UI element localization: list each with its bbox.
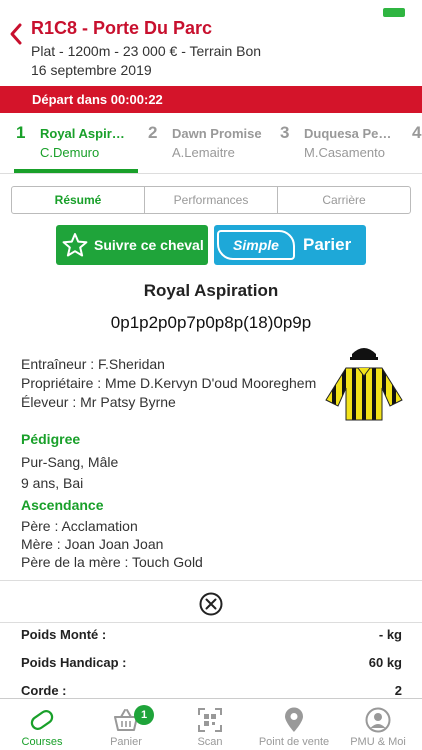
trainer: Entraîneur : F.Sheridan bbox=[21, 356, 165, 372]
section-divider bbox=[0, 622, 422, 623]
race-date: 16 septembre 2019 bbox=[31, 62, 152, 78]
countdown-banner: Départ dans 00:00:22 bbox=[0, 86, 422, 113]
tab-label: Scan bbox=[197, 736, 223, 748]
tab-pmu-moi[interactable]: PMU & Moi bbox=[336, 699, 420, 750]
owner: Propriétaire : Mme D.Kervyn D'oud Mooreg… bbox=[21, 375, 317, 391]
runner-number: 4 bbox=[412, 123, 422, 142]
racetrack-icon bbox=[30, 710, 54, 730]
runner-number: 2 bbox=[148, 123, 158, 142]
runner-number: 1 bbox=[16, 123, 26, 142]
bet-label: Parier bbox=[303, 235, 352, 254]
runner-selector: 1 Royal Aspir… C.Demuro 2 Dawn Promise A… bbox=[0, 113, 422, 174]
pedigree-title: Pédigree bbox=[21, 431, 81, 447]
runner-number: 3 bbox=[280, 123, 290, 142]
segment-performances[interactable]: Performances bbox=[145, 187, 278, 213]
runner-jockey: C.Demuro bbox=[40, 145, 100, 160]
stat-corde: Corde : 2 bbox=[21, 683, 402, 698]
runner-tab-3[interactable]: 3 Duquesa Pe… M.Casamento bbox=[274, 113, 406, 173]
qr-scan-icon bbox=[198, 708, 222, 732]
tab-label: PMU & Moi bbox=[350, 736, 406, 748]
tab-scan[interactable]: Scan bbox=[168, 699, 252, 750]
stat-value: - kg bbox=[378, 627, 402, 642]
segment-carriere[interactable]: Carrière bbox=[278, 187, 410, 213]
tab-point-de-vente[interactable]: Point de vente bbox=[252, 699, 336, 750]
race-title: R1C8 - Porte Du Parc bbox=[31, 18, 213, 38]
close-circle-icon[interactable] bbox=[199, 592, 223, 616]
runner-name: Duquesa Pe… bbox=[304, 126, 392, 141]
horse-musique: 0p1p2p0p7p0p8p(18)0p9p bbox=[110, 313, 312, 332]
back-chevron-icon[interactable] bbox=[8, 22, 24, 46]
tab-courses[interactable]: Courses bbox=[0, 699, 84, 750]
active-tab-indicator bbox=[14, 169, 138, 173]
tab-label: Point de vente bbox=[258, 736, 330, 748]
father: Père : Acclamation bbox=[21, 518, 138, 534]
simple-badge: Simple bbox=[217, 230, 295, 260]
section-divider bbox=[0, 580, 422, 581]
stat-value: 60 kg bbox=[368, 655, 402, 670]
stat-poids-monte: Poids Monté : - kg bbox=[21, 627, 402, 642]
follow-horse-button[interactable]: Suivre ce cheval bbox=[56, 225, 208, 265]
user-icon bbox=[365, 707, 391, 733]
race-header: R1C8 - Porte Du Parc Plat - 1200m - 23 0… bbox=[0, 0, 422, 86]
stat-value: 2 bbox=[394, 683, 402, 698]
mother: Mère : Joan Joan Joan bbox=[21, 536, 164, 552]
breed-sex: Pur-Sang, Mâle bbox=[21, 454, 119, 470]
bottom-tab-bar: Courses 1 Panier Scan Point de vente PMU… bbox=[0, 698, 422, 750]
ascendance-title: Ascendance bbox=[21, 497, 104, 513]
runner-name: Dawn Promise bbox=[172, 126, 262, 141]
detail-segmented-control: Résumé Performances Carrière bbox=[11, 186, 411, 214]
mother-father: Père de la mère : Touch Gold bbox=[21, 554, 203, 570]
follow-label: Suivre ce cheval bbox=[94, 237, 204, 253]
runner-jockey: M.Casamento bbox=[304, 145, 385, 160]
tab-label: Courses bbox=[21, 736, 63, 748]
runner-tab-4[interactable]: 4 bbox=[406, 113, 422, 173]
battery-icon bbox=[383, 8, 405, 17]
breeder: Éleveur : Mr Patsy Byrne bbox=[21, 394, 176, 410]
bet-simple-button[interactable]: Simple Parier bbox=[214, 225, 366, 265]
stat-label: Poids Monté : bbox=[21, 627, 107, 642]
location-pin-icon bbox=[285, 707, 303, 732]
horse-name: Royal Aspiration bbox=[143, 281, 279, 300]
runner-tab-2[interactable]: 2 Dawn Promise A.Lemaitre bbox=[142, 113, 274, 173]
stat-label: Poids Handicap : bbox=[21, 655, 127, 670]
runner-name: Royal Aspir… bbox=[40, 126, 125, 141]
age-coat: 9 ans, Bai bbox=[21, 475, 84, 491]
tab-label: Panier bbox=[110, 736, 142, 748]
race-details: Plat - 1200m - 23 000 € - Terrain Bon bbox=[31, 43, 262, 59]
runner-jockey: A.Lemaitre bbox=[172, 145, 235, 160]
stat-poids-handicap: Poids Handicap : 60 kg bbox=[21, 655, 402, 670]
runner-tab-1[interactable]: 1 Royal Aspir… C.Demuro bbox=[0, 113, 142, 173]
cart-count-badge: 1 bbox=[134, 705, 154, 725]
star-icon bbox=[62, 233, 88, 257]
tab-panier[interactable]: 1 Panier bbox=[84, 699, 168, 750]
stat-label: Corde : bbox=[21, 683, 67, 698]
segment-resume[interactable]: Résumé bbox=[12, 187, 145, 213]
jockey-silks-icon bbox=[325, 348, 403, 421]
